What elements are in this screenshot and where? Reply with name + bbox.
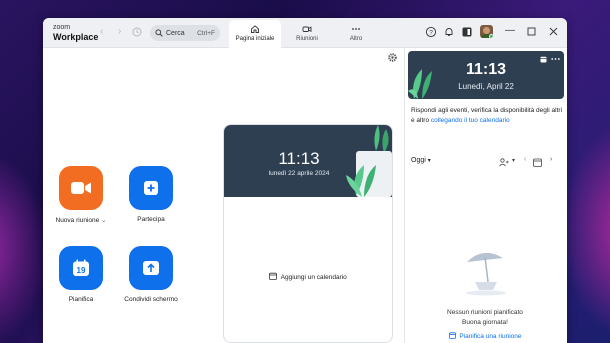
share-screen-action[interactable]: Condividi schermo [119, 246, 183, 303]
new-meeting-action[interactable]: Nuova riunione ⌄ [54, 166, 108, 224]
svg-text:?: ? [429, 29, 433, 36]
new-meeting-chevron-icon[interactable]: ⌄ [101, 217, 106, 224]
zoom-window: zoom Workplace ‹ › Cerca Ctrl+F Pagina i… [43, 18, 567, 343]
brand-workplace: Workplace [53, 32, 99, 42]
share-screen-button[interactable] [129, 246, 173, 290]
connect-calendar-link[interactable]: collegando il tuo calendario [431, 117, 510, 124]
previous-day-icon[interactable]: ‹ [524, 156, 526, 163]
help-icon[interactable]: ? [425, 26, 437, 38]
new-meeting-label: Nuova riunione [55, 217, 100, 224]
search-input[interactable]: Cerca Ctrl+F [150, 25, 220, 41]
tab-home[interactable]: Pagina iniziale [229, 20, 281, 48]
chevron-down-icon: ▾ [427, 158, 431, 164]
bell-icon[interactable] [443, 26, 455, 38]
right-panel-header: 11:13 Lunedì, April 22 [408, 51, 564, 99]
search-shortcut: Ctrl+F [197, 29, 215, 37]
forward-arrow-icon[interactable]: › [118, 26, 121, 37]
panel-date: Lunedì, April 22 [458, 82, 514, 91]
panel-time: 11:13 [465, 61, 507, 78]
right-panel: 11:13 Lunedì, April 22 Rispondi agli eve… [404, 48, 567, 343]
participants-chevron-icon[interactable]: ▾ [512, 157, 515, 164]
join-label: Partecipa [137, 216, 165, 223]
schedule-meeting-label: Pianifica una riunione [459, 333, 522, 340]
share-screen-icon [143, 261, 159, 275]
calendar-time: 11:13 [278, 149, 320, 168]
participants-icon[interactable] [499, 158, 509, 167]
tab-meetings[interactable]: Riunioni [281, 20, 333, 48]
tab-meetings-label: Riunioni [296, 36, 318, 42]
panel-icon[interactable] [461, 26, 473, 38]
date-picker-icon[interactable] [533, 158, 542, 167]
today-label: Oggi [411, 157, 426, 164]
video-camera-icon [71, 182, 91, 194]
wallpaper-glow-right [560, 120, 610, 340]
schedule-label: Pianifica [68, 296, 94, 303]
close-icon[interactable] [549, 27, 558, 36]
calendar-day-number: 19 [77, 266, 86, 275]
schedule-button[interactable]: 19 [59, 246, 103, 290]
calendar-small-icon [269, 272, 278, 280]
more-icon [352, 28, 360, 30]
tab-more[interactable]: Altro [330, 20, 382, 48]
tab-more-label: Altro [349, 36, 363, 42]
new-meeting-button[interactable] [59, 166, 103, 210]
search-label: Cerca [166, 29, 185, 37]
calendar-link-icon [448, 332, 456, 339]
calendar-icon: 19 [73, 259, 89, 276]
tab-home-label: Pagina iniziale [235, 36, 275, 42]
back-arrow-icon[interactable]: ‹ [100, 26, 103, 37]
search-icon [155, 29, 163, 37]
title-bar: zoom Workplace ‹ › Cerca Ctrl+F Pagina i… [43, 18, 567, 48]
connect-calendar-text: Rispondi agli eventi, verifica la dispon… [411, 106, 563, 126]
gear-icon[interactable] [387, 52, 398, 63]
plus-icon [144, 181, 158, 195]
join-action[interactable]: Partecipa [124, 166, 178, 223]
beach-umbrella-illustration [466, 252, 506, 296]
calendar-card-header: 11:13 lunedì 22 aprile 2024 [224, 125, 392, 197]
schedule-meeting-link[interactable]: Pianifica una riunione [405, 332, 565, 340]
add-calendar-link[interactable]: Aggiungi un calendario [224, 272, 392, 281]
join-button[interactable] [129, 166, 173, 210]
calendar-date: lunedì 22 aprile 2024 [268, 170, 330, 177]
panel-toolbar: Oggi ▾ ▾ ‹ › [411, 156, 561, 169]
app-logo: zoom Workplace [53, 23, 98, 42]
today-dropdown[interactable]: Oggi ▾ [411, 157, 431, 164]
share-screen-label: Condividi schermo [124, 296, 178, 303]
video-icon [302, 26, 312, 33]
home-icon [251, 25, 259, 33]
empty-state-subtitle: Buona giornata! [462, 319, 508, 326]
add-calendar-label: Aggiungi un calendario [280, 274, 347, 281]
empty-state-title: Nessun riunioni pianificato [447, 309, 523, 316]
avatar[interactable] [480, 25, 493, 38]
minimize-icon[interactable]: — [505, 25, 515, 36]
next-day-icon[interactable]: › [550, 156, 552, 163]
calendar-card: 11:13 lunedì 22 aprile 2024 Aggiungi un … [223, 124, 393, 343]
history-icon[interactable] [132, 27, 142, 37]
maximize-icon[interactable] [527, 27, 536, 36]
schedule-action[interactable]: 19 Pianifica [54, 246, 108, 303]
brand-zoom: zoom [53, 24, 71, 31]
status-online-icon [489, 34, 493, 38]
